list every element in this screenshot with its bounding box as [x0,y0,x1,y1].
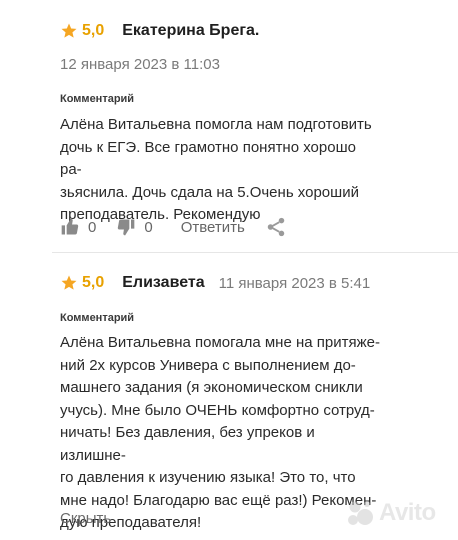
comment-line: машнего задания (я экономическом сникли [60,379,363,396]
share-icon[interactable] [265,216,287,238]
comment-line: го давления к изучению языка! Это то, чт… [60,469,356,486]
divider [52,252,458,253]
review-date: 11 января 2023 в 5:41 [218,274,371,292]
like-button[interactable]: 0 [60,217,96,237]
comment-line: учусь). Мне было ОЧЕНЬ комфортно сотруд- [60,401,375,419]
thumbs-down-icon [118,219,135,236]
comment-line: Алёна Витальевна помогала мне на притяже… [60,334,380,351]
review-header: 5,0 Елизавета 11 января 2023 в 5:41 [60,274,370,292]
dislike-count: 0 [144,218,153,236]
star-icon [61,23,77,38]
comment-text: Алёна Витальевна помогала мне на притяже… [60,332,380,535]
comment-label: Комментарий [60,93,135,105]
rating-value: 5,0 [82,22,105,39]
comment-line: ний 2х курсов Универа с выполнением до- [60,356,356,374]
comment-line: зьяснила. Дочь сдала на 5.Очень хороший [60,183,359,201]
comment-line: Алёна Витальевна помогла нам подготовить [60,116,372,133]
review-author: Елизавета [122,274,205,291]
avito-watermark: Avito [345,498,436,528]
star-icon [61,275,77,290]
hide-button[interactable]: Скрыть [60,510,111,527]
review-header: 5,0 Екатерина Брега. [60,22,259,40]
avito-logo-icon [348,501,373,525]
thumbs-up-icon [61,218,79,235]
comment-line: мне надо! Благодарю вас ещё раз!) Рекоме… [60,491,377,509]
review-author: Екатерина Брега. [122,22,260,39]
like-count: 0 [88,218,97,236]
comment-text: Алёна Витальевна помогла нам подготовить… [60,114,380,227]
comment-label: Комментарий [60,312,135,324]
review-actions: 0 0 Ответить [60,216,287,238]
review-date: 12 января 2023 в 11:03 [60,56,220,73]
watermark-text: Avito [379,499,436,526]
comment-line: дочь к ЕГЭ. Все грамотно понятно хорошо … [60,138,356,179]
reply-button[interactable]: Ответить [181,219,245,236]
rating-value: 5,0 [82,274,105,291]
dislike-button[interactable]: 0 [116,217,153,237]
comment-line: ничать! Без давления, без упреков и изли… [60,424,315,464]
